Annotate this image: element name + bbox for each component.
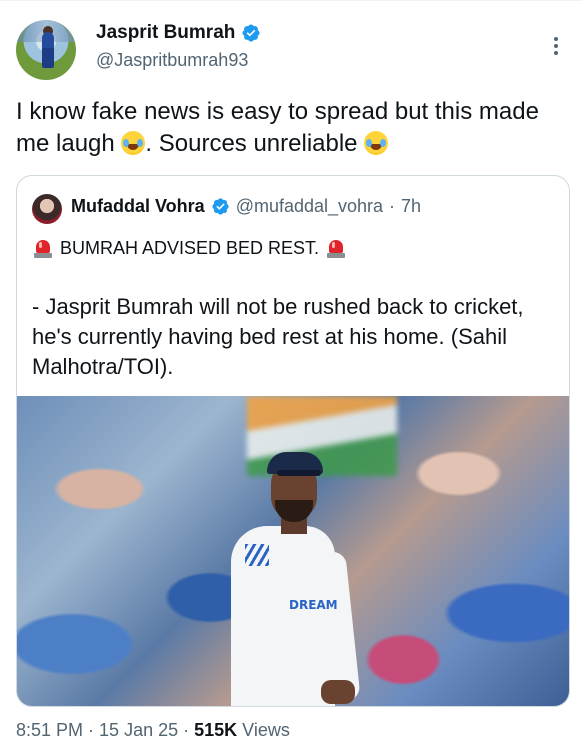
quoted-photo[interactable]: DREAM	[17, 396, 569, 706]
quoted-timestamp[interactable]: 7h	[401, 196, 421, 217]
quoted-display-name[interactable]: Mufaddal Vohra	[71, 196, 205, 217]
quoted-headline: BUMRAH ADVISED BED REST.	[32, 234, 347, 262]
tweet-text: I know fake news is easy to spread but t…	[16, 96, 566, 160]
tweet-time[interactable]: 8:51 PM	[16, 720, 83, 740]
police-light-icon	[32, 237, 54, 259]
photo-player: DREAM	[217, 448, 377, 706]
tweet-text-part2: . Sources unreliable	[145, 130, 365, 157]
verified-badge-icon	[242, 24, 260, 42]
quoted-separator: ·	[389, 196, 396, 216]
meta-separator: ·	[178, 720, 195, 740]
quoted-headline-text: BUMRAH ADVISED BED REST.	[60, 238, 320, 258]
quoted-body-text: - Jasprit Bumrah will not be rushed back…	[32, 294, 524, 379]
views-label: Views	[237, 720, 290, 740]
more-options-icon[interactable]	[548, 34, 564, 58]
quoted-author-avatar[interactable]	[32, 194, 62, 224]
views-count[interactable]: 515K	[194, 720, 237, 740]
author-display-name[interactable]: Jasprit Bumrah	[96, 22, 235, 44]
verified-badge-icon	[212, 198, 229, 215]
face-with-tears-of-joy-icon	[364, 131, 389, 155]
quoted-handle[interactable]: @mufaddal_vohra	[236, 196, 383, 217]
face-with-tears-of-joy-icon	[121, 131, 146, 155]
author-handle[interactable]: @Jaspritbumrah93	[96, 50, 248, 71]
author-avatar[interactable]	[16, 20, 76, 80]
meta-separator: ·	[83, 720, 100, 740]
jersey-sponsor-text: DREAM	[289, 598, 338, 612]
top-divider	[0, 0, 582, 1]
author-name-row: Jasprit Bumrah	[96, 22, 261, 44]
tweet-date[interactable]: 15 Jan 25	[99, 720, 178, 740]
police-light-icon	[325, 237, 347, 259]
quoted-author-row: Mufaddal Vohra @mufaddal_vohra · 7h	[71, 196, 421, 217]
quoted-tweet-card[interactable]: Mufaddal Vohra @mufaddal_vohra · 7h BUMR…	[16, 175, 570, 707]
avatar-figure	[42, 32, 54, 68]
tweet-meta: 8:51 PM · 15 Jan 25 · 515K Views	[16, 720, 290, 741]
